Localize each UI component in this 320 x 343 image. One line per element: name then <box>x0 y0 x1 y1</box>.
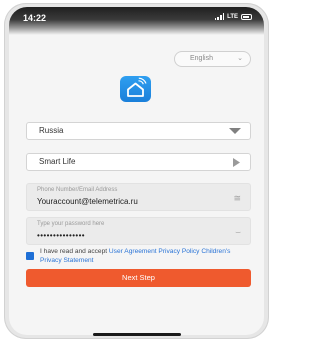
agreement-checkbox[interactable] <box>26 252 34 260</box>
hidden-eye-icon[interactable]: ⌣ <box>235 227 241 238</box>
agreement-prefix: I have read and accept <box>40 248 109 255</box>
clear-icon[interactable]: ≅ <box>233 193 241 204</box>
smart-home-icon <box>127 77 147 97</box>
next-step-button[interactable]: Next Step <box>26 269 251 287</box>
password-placeholder: Type your password here <box>37 221 105 227</box>
network-type: LTE <box>227 13 238 20</box>
language-label: English <box>190 55 213 62</box>
home-indicator[interactable] <box>93 333 181 336</box>
status-icons: LTE <box>214 13 252 20</box>
region-select[interactable]: Russia <box>26 122 251 140</box>
status-bar: 14:22 LTE <box>9 7 264 35</box>
app-logo <box>120 76 151 102</box>
account-field[interactable]: Phone Number/Email Address Youraccount@t… <box>26 183 251 211</box>
agreement-text: I have read and accept User Agreement Pr… <box>40 247 251 265</box>
status-time: 14:22 <box>23 13 47 23</box>
phone-frame: 14:22 LTE English ⌄ Russia Smart Life Ph… <box>4 3 269 339</box>
account-input[interactable]: Youraccount@telemetrica.ru <box>37 197 138 206</box>
chevron-down-icon: ⌄ <box>237 55 243 62</box>
app-select[interactable]: Smart Life <box>26 153 251 171</box>
app-value: Smart Life <box>39 157 76 166</box>
region-value: Russia <box>39 126 64 135</box>
signal-icon <box>214 13 225 20</box>
password-input[interactable]: ••••••••••••••• <box>37 231 85 240</box>
app-screen: 14:22 LTE English ⌄ Russia Smart Life Ph… <box>9 7 264 335</box>
dropdown-arrow-icon <box>229 128 241 134</box>
language-selector[interactable]: English ⌄ <box>174 51 251 67</box>
user-agreement-link[interactable]: User Agreement <box>109 248 157 255</box>
account-placeholder: Phone Number/Email Address <box>37 187 118 193</box>
agreement-row: I have read and accept User Agreement Pr… <box>26 247 251 267</box>
play-arrow-icon <box>233 158 240 167</box>
privacy-policy-link[interactable]: Privacy Policy <box>158 248 199 255</box>
password-field[interactable]: Type your password here ••••••••••••••• … <box>26 217 251 245</box>
battery-icon <box>241 13 252 20</box>
